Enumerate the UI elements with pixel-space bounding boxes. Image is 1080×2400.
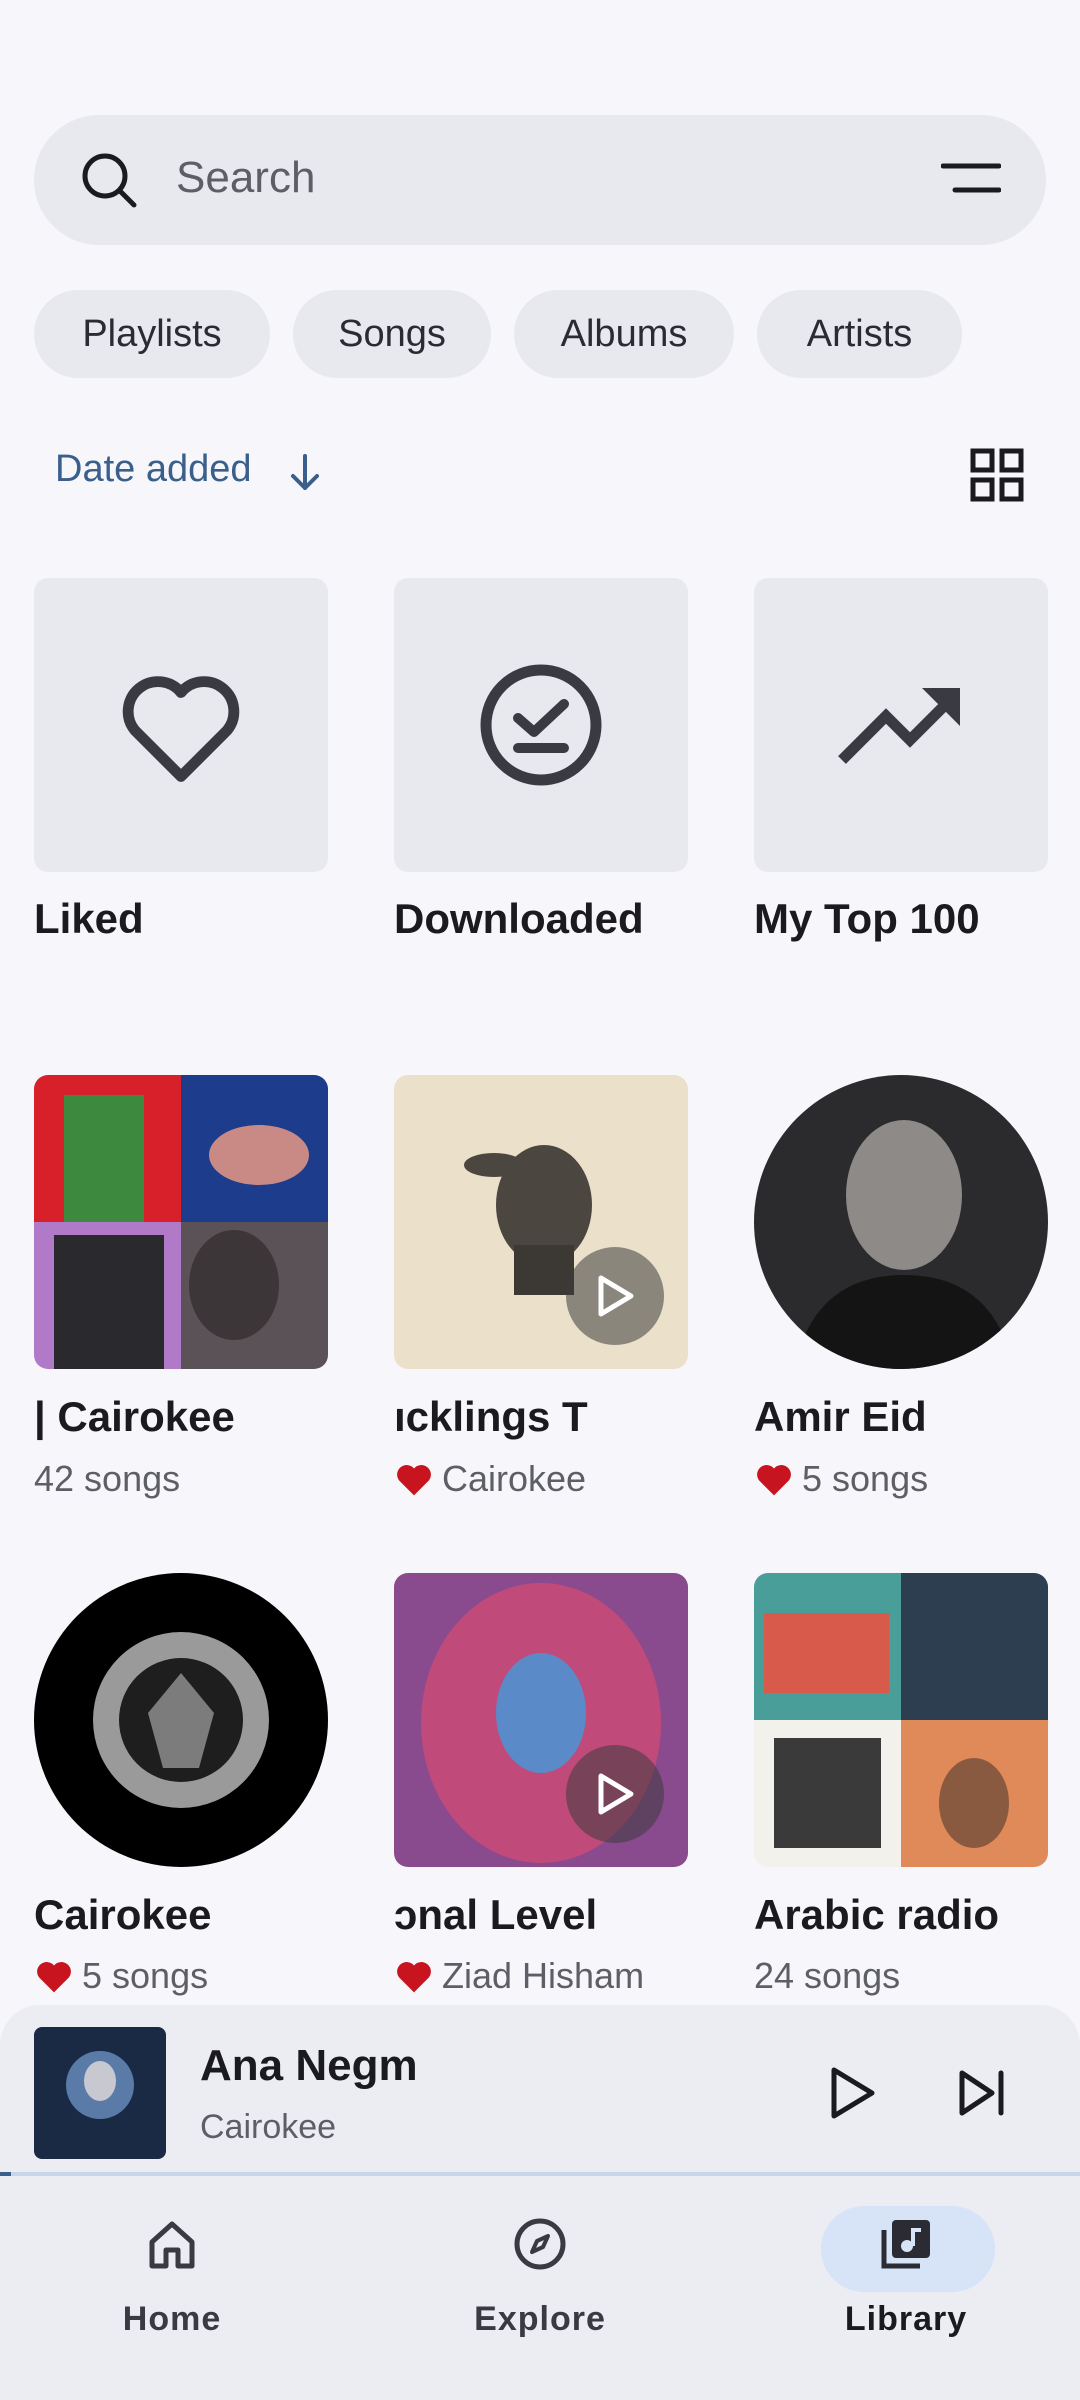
filter-icon[interactable] xyxy=(941,160,1001,200)
chip-albums[interactable]: Albums xyxy=(514,290,734,378)
playlist-cover-mosaic[interactable] xyxy=(754,1573,1048,1867)
album-cover-personal-level[interactable] xyxy=(394,1573,688,1867)
liked-tile[interactable] xyxy=(34,578,328,872)
heart-filled-icon xyxy=(37,1962,71,1993)
sort-label[interactable]: Date added xyxy=(55,448,252,491)
library-music-icon xyxy=(881,2220,930,2269)
nav-library[interactable]: Library xyxy=(776,2206,1036,2339)
nav-label: Explore xyxy=(474,2300,606,2338)
album-cover-ducklings[interactable] xyxy=(394,1075,688,1369)
mini-player[interactable]: Ana Negm Cairokee xyxy=(0,2005,1080,2175)
item-title: Downloaded xyxy=(394,895,644,942)
now-playing-artist: Cairokee xyxy=(200,2108,337,2146)
play-badge[interactable] xyxy=(566,1247,664,1345)
item-title: Liked xyxy=(34,895,144,942)
item-title: Amir Eid xyxy=(754,1393,927,1440)
artist-photo[interactable] xyxy=(754,1075,1048,1369)
cover-art xyxy=(34,1573,328,1867)
search-bar[interactable]: Search xyxy=(34,115,1046,245)
item-subtitle-text: 5 songs xyxy=(802,1458,929,1499)
item-title: | Cairokee xyxy=(34,1393,235,1440)
arrow-down-icon[interactable] xyxy=(283,450,327,494)
bottom-nav: Home Explore Library xyxy=(0,2176,1080,2400)
chip-songs[interactable]: Songs xyxy=(293,290,491,378)
artist-logo[interactable] xyxy=(34,1573,328,1867)
heart-outline-icon xyxy=(122,676,240,782)
skip-next-icon[interactable] xyxy=(956,2067,1008,2119)
chip-playlists[interactable]: Playlists xyxy=(34,290,270,378)
now-playing-title: Ana Negm xyxy=(200,2041,418,2090)
item-subtitle: 42 songs xyxy=(34,1458,334,1500)
item-title: My Top 100 xyxy=(754,895,980,942)
heart-filled-icon xyxy=(397,1465,431,1496)
item-subtitle-text: 5 songs xyxy=(82,1955,209,1996)
item-subtitle: Cairokee xyxy=(394,1458,694,1500)
home-icon xyxy=(149,2221,195,2269)
heart-filled-icon xyxy=(397,1962,431,1993)
item-subtitle: 24 songs xyxy=(754,1955,1054,1997)
item-subtitle: 5 songs xyxy=(754,1458,1054,1500)
cover-art xyxy=(754,1075,1048,1369)
item-subtitle-text: 24 songs xyxy=(754,1955,901,1996)
nav-home[interactable]: Home xyxy=(42,2216,302,2339)
cover-art xyxy=(754,1573,1048,1867)
top100-tile[interactable] xyxy=(754,578,1048,872)
trending-up-icon xyxy=(838,688,960,764)
cover-art xyxy=(34,1075,328,1369)
play-icon xyxy=(598,1275,634,1317)
play-icon[interactable] xyxy=(826,2065,878,2121)
chip-artists[interactable]: Artists xyxy=(757,290,962,378)
item-subtitle-text: Cairokee xyxy=(442,1458,587,1499)
item-subtitle-text: Ziad Hisham xyxy=(442,1955,645,1996)
nav-label: Library xyxy=(844,2300,968,2338)
download-done-icon xyxy=(480,664,602,786)
item-subtitle-text: 42 songs xyxy=(34,1458,181,1499)
compass-icon xyxy=(514,2218,566,2270)
downloaded-tile[interactable] xyxy=(394,578,688,872)
heart-filled-icon xyxy=(757,1465,791,1496)
search-input[interactable]: Search xyxy=(176,153,315,203)
now-playing-artwork xyxy=(34,2027,166,2159)
grid-view-icon[interactable] xyxy=(970,448,1024,502)
item-title: Cairokee xyxy=(34,1891,212,1938)
nav-label: Home xyxy=(122,2300,222,2338)
item-title: Arabic radio xyxy=(754,1891,1000,1938)
item-subtitle: 5 songs xyxy=(34,1955,334,1997)
item-title: ɔnal Level xyxy=(394,1891,598,1938)
playlist-cover-mosaic[interactable] xyxy=(34,1075,328,1369)
play-badge[interactable] xyxy=(566,1745,664,1843)
play-icon xyxy=(598,1773,634,1815)
item-title: ıcklings T xyxy=(394,1393,588,1440)
item-subtitle: Ziad Hisham xyxy=(394,1955,694,1997)
search-icon xyxy=(82,153,137,208)
nav-explore[interactable]: Explore xyxy=(410,2216,670,2339)
